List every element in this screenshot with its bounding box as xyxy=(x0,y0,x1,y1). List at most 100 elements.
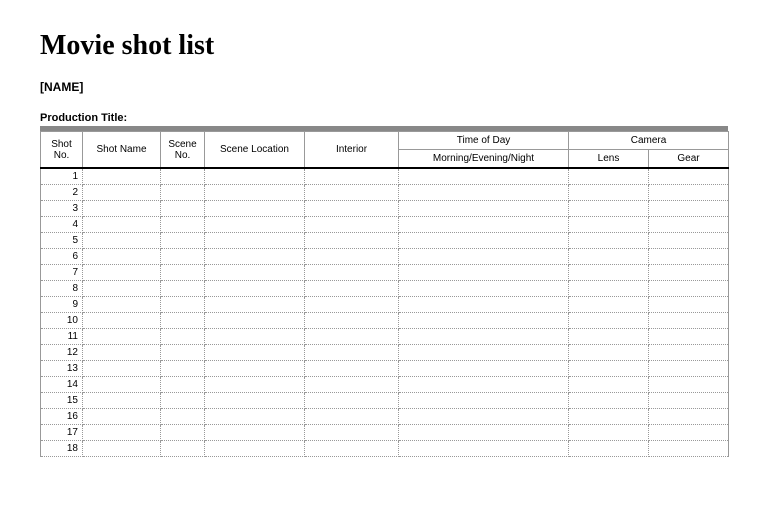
table-body: 123456789101112131415161718 xyxy=(41,168,729,456)
cell-empty xyxy=(305,232,399,248)
cell-empty xyxy=(569,264,649,280)
cell-empty xyxy=(569,168,649,184)
cell-empty xyxy=(305,280,399,296)
cell-empty xyxy=(205,376,305,392)
cell-shot-no: 5 xyxy=(41,232,83,248)
cell-empty xyxy=(305,440,399,456)
cell-empty xyxy=(649,216,729,232)
cell-empty xyxy=(399,296,569,312)
cell-empty xyxy=(569,328,649,344)
table-row: 3 xyxy=(41,200,729,216)
cell-empty xyxy=(305,216,399,232)
cell-empty xyxy=(569,392,649,408)
cell-empty xyxy=(399,264,569,280)
cell-empty xyxy=(305,296,399,312)
cell-empty xyxy=(161,328,205,344)
cell-shot-no: 15 xyxy=(41,392,83,408)
cell-empty xyxy=(569,280,649,296)
cell-empty xyxy=(569,200,649,216)
cell-empty xyxy=(83,216,161,232)
cell-empty xyxy=(83,328,161,344)
cell-empty xyxy=(83,376,161,392)
col-header-time-of-day: Time of Day xyxy=(399,132,569,150)
cell-empty xyxy=(161,440,205,456)
cell-empty xyxy=(305,408,399,424)
cell-shot-no: 12 xyxy=(41,344,83,360)
cell-empty xyxy=(305,248,399,264)
col-header-shot-name: Shot Name xyxy=(83,132,161,169)
cell-shot-no: 4 xyxy=(41,216,83,232)
table-row: 13 xyxy=(41,360,729,376)
cell-shot-no: 17 xyxy=(41,424,83,440)
cell-empty xyxy=(205,328,305,344)
cell-empty xyxy=(649,296,729,312)
cell-empty xyxy=(205,392,305,408)
table-row: 14 xyxy=(41,376,729,392)
col-header-time-of-day-sub: Morning/Evening/Night xyxy=(399,150,569,169)
cell-empty xyxy=(569,376,649,392)
cell-empty xyxy=(399,376,569,392)
cell-shot-no: 14 xyxy=(41,376,83,392)
cell-empty xyxy=(399,232,569,248)
cell-empty xyxy=(305,360,399,376)
cell-empty xyxy=(649,360,729,376)
cell-empty xyxy=(399,392,569,408)
cell-empty xyxy=(399,216,569,232)
cell-empty xyxy=(305,328,399,344)
cell-empty xyxy=(649,440,729,456)
cell-empty xyxy=(205,168,305,184)
table-row: 1 xyxy=(41,168,729,184)
col-header-interior: Interior xyxy=(305,132,399,169)
cell-empty xyxy=(83,424,161,440)
shot-list-table: Shot No. Shot Name Scene No. Scene Locat… xyxy=(40,131,729,457)
cell-empty xyxy=(205,408,305,424)
cell-empty xyxy=(569,232,649,248)
cell-empty xyxy=(83,184,161,200)
table-row: 5 xyxy=(41,232,729,248)
cell-empty xyxy=(205,296,305,312)
cell-shot-no: 6 xyxy=(41,248,83,264)
cell-empty xyxy=(161,264,205,280)
cell-empty xyxy=(161,392,205,408)
cell-shot-no: 10 xyxy=(41,312,83,328)
col-header-camera: Camera xyxy=(569,132,729,150)
name-placeholder: [NAME] xyxy=(40,80,728,94)
cell-empty xyxy=(205,312,305,328)
cell-empty xyxy=(83,344,161,360)
cell-shot-no: 13 xyxy=(41,360,83,376)
table-row: 9 xyxy=(41,296,729,312)
cell-empty xyxy=(161,360,205,376)
cell-empty xyxy=(649,168,729,184)
cell-empty xyxy=(205,440,305,456)
cell-empty xyxy=(569,184,649,200)
cell-empty xyxy=(399,200,569,216)
cell-empty xyxy=(649,232,729,248)
cell-empty xyxy=(399,312,569,328)
cell-shot-no: 11 xyxy=(41,328,83,344)
table-row: 2 xyxy=(41,184,729,200)
table-row: 4 xyxy=(41,216,729,232)
cell-empty xyxy=(83,168,161,184)
cell-empty xyxy=(649,312,729,328)
cell-empty xyxy=(161,216,205,232)
cell-empty xyxy=(205,232,305,248)
cell-empty xyxy=(649,376,729,392)
cell-empty xyxy=(83,392,161,408)
cell-empty xyxy=(305,344,399,360)
cell-empty xyxy=(569,408,649,424)
cell-empty xyxy=(205,184,305,200)
cell-empty xyxy=(205,424,305,440)
cell-empty xyxy=(569,216,649,232)
cell-empty xyxy=(649,392,729,408)
cell-empty xyxy=(161,200,205,216)
cell-shot-no: 16 xyxy=(41,408,83,424)
cell-empty xyxy=(649,408,729,424)
cell-empty xyxy=(83,248,161,264)
cell-empty xyxy=(161,168,205,184)
cell-empty xyxy=(161,408,205,424)
cell-empty xyxy=(205,280,305,296)
cell-empty xyxy=(649,344,729,360)
table-row: 8 xyxy=(41,280,729,296)
cell-empty xyxy=(83,232,161,248)
cell-empty xyxy=(305,184,399,200)
